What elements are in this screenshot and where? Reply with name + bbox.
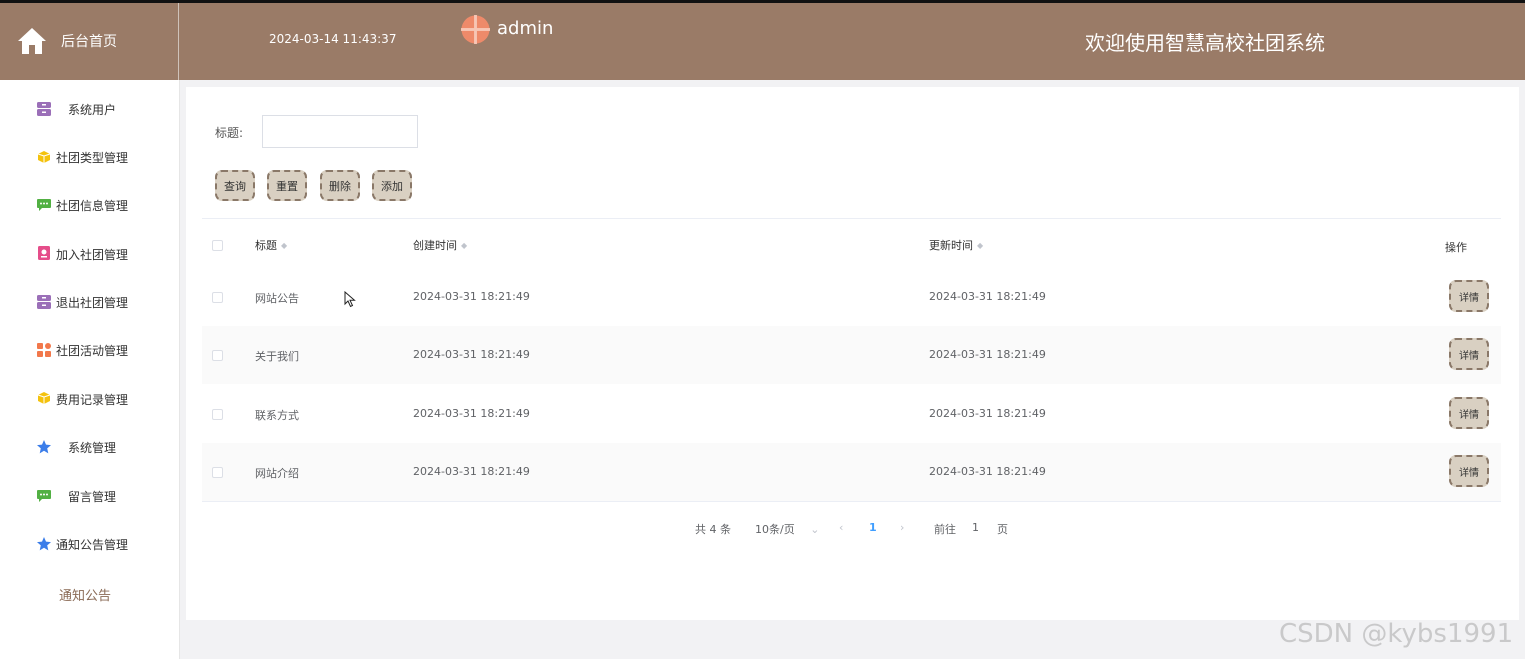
- sidebar-item-label: 系统用户: [68, 103, 117, 117]
- sidebar-item-label: 系统管理: [68, 441, 117, 455]
- sidebar-item-club-activity[interactable]: 社团活动管理: [0, 336, 179, 366]
- detail-button[interactable]: 详情: [1449, 455, 1489, 487]
- column-header-title[interactable]: 标题 ◆: [255, 237, 287, 253]
- top-header: 后台首页 2024-03-14 11:43:37 admin 欢迎使用智慧高校社…: [0, 3, 1525, 80]
- sidebar-item-label: 社团类型管理: [56, 151, 129, 165]
- sidebar-item-club-types[interactable]: 社团类型管理: [0, 143, 179, 173]
- title-search-label: 标题:: [215, 126, 244, 140]
- column-header-updated[interactable]: 更新时间 ◆: [929, 237, 983, 253]
- home-icon: [18, 28, 46, 54]
- cell-updated: 2024-03-31 18:21:49: [929, 348, 1046, 361]
- title-search-input[interactable]: [262, 115, 418, 148]
- table-row: 联系方式 2024-03-31 18:21:49 2024-03-31 18:2…: [202, 385, 1501, 443]
- apps-icon: [37, 343, 51, 357]
- archive-icon: [37, 102, 51, 116]
- page-number-current[interactable]: 1: [869, 521, 877, 534]
- brand-label: 后台首页: [61, 34, 117, 50]
- mouse-cursor-icon: [344, 291, 356, 308]
- row-checkbox[interactable]: [212, 467, 223, 478]
- chevron-down-icon: ⌄: [810, 523, 820, 536]
- sidebar-item-label: 留言管理: [68, 490, 117, 504]
- add-button[interactable]: 添加: [372, 170, 412, 201]
- table-divider: [202, 501, 1501, 502]
- sort-icon[interactable]: ◆: [281, 241, 287, 250]
- column-header-label: 更新时间: [929, 239, 973, 252]
- welcome-title: 欢迎使用智慧高校社团系统: [1085, 31, 1325, 55]
- cell-created: 2024-03-31 18:21:49: [413, 465, 530, 478]
- goto-suffix: 页: [997, 523, 1008, 536]
- sidebar-item-join-club[interactable]: 加入社团管理: [0, 240, 179, 270]
- prev-page-icon[interactable]: ‹: [839, 521, 843, 534]
- column-header-action: 操作: [1445, 241, 1467, 254]
- chat-icon: [37, 199, 51, 211]
- cell-title: 网站公告: [255, 292, 299, 305]
- detail-button[interactable]: 详情: [1449, 338, 1489, 370]
- star-icon: [37, 537, 51, 551]
- cube-icon: [38, 392, 50, 404]
- sidebar-item-label: 社团活动管理: [56, 344, 129, 358]
- sidebar-item-system-users[interactable]: 系统用户: [0, 95, 179, 125]
- brand-home-link[interactable]: 后台首页: [0, 3, 179, 80]
- sidebar-item-club-info[interactable]: 社团信息管理: [0, 191, 179, 221]
- cube-icon: [38, 151, 50, 163]
- sidebar-item-fee-records[interactable]: 费用记录管理: [0, 385, 179, 415]
- sidebar-item-label: 社团信息管理: [56, 199, 129, 213]
- cell-title: 网站介绍: [255, 467, 299, 480]
- cell-created: 2024-03-31 18:21:49: [413, 348, 530, 361]
- goto-page-input[interactable]: 1: [972, 521, 979, 534]
- pagination-total: 共 4 条: [695, 523, 731, 536]
- sidebar-item-label: 通知公告: [59, 589, 112, 604]
- goto-prefix: 前往: [934, 523, 956, 536]
- delete-button[interactable]: 删除: [320, 170, 360, 201]
- column-header-created[interactable]: 创建时间 ◆: [413, 237, 467, 253]
- cell-created: 2024-03-31 18:21:49: [413, 290, 530, 303]
- cell-updated: 2024-03-31 18:21:49: [929, 290, 1046, 303]
- cell-title: 联系方式: [255, 409, 299, 422]
- avatar-icon[interactable]: [461, 15, 490, 44]
- next-page-icon[interactable]: ›: [900, 521, 904, 534]
- detail-button[interactable]: 详情: [1449, 280, 1489, 312]
- sidebar: 系统用户 社团类型管理 社团信息管理 加入社团管理 退出社团管理 社团活动管理: [0, 80, 180, 659]
- sidebar-item-label: 加入社团管理: [56, 248, 129, 262]
- cell-updated: 2024-03-31 18:21:49: [929, 407, 1046, 420]
- page-size-value: 10条/页: [755, 523, 795, 536]
- table-row: 网站介绍 2024-03-31 18:21:49 2024-03-31 18:2…: [202, 443, 1501, 501]
- star-icon: [37, 440, 51, 454]
- sidebar-item-label: 通知公告管理: [56, 538, 129, 552]
- query-button[interactable]: 查询: [215, 170, 255, 201]
- sidebar-item-label: 退出社团管理: [56, 296, 129, 310]
- sidebar-subitem-notice[interactable]: 通知公告: [0, 579, 179, 609]
- cell-created: 2024-03-31 18:21:49: [413, 407, 530, 420]
- sidebar-item-label: 费用记录管理: [56, 393, 129, 407]
- current-datetime: 2024-03-14 11:43:37: [269, 32, 397, 46]
- watermark: CSDN @kybs1991: [1279, 619, 1514, 649]
- cell-updated: 2024-03-31 18:21:49: [929, 465, 1046, 478]
- column-header-label: 标题: [255, 239, 277, 252]
- sort-icon[interactable]: ◆: [977, 241, 983, 250]
- sidebar-item-system-admin[interactable]: 系统管理: [0, 433, 179, 463]
- row-checkbox[interactable]: [212, 409, 223, 420]
- cell-title: 关于我们: [255, 350, 299, 363]
- detail-button[interactable]: 详情: [1449, 397, 1489, 429]
- table-row: 网站公告 2024-03-31 18:21:49 2024-03-31 18:2…: [202, 268, 1501, 326]
- sidebar-item-messages[interactable]: 留言管理: [0, 482, 179, 512]
- column-header-label: 创建时间: [413, 239, 457, 252]
- archive-icon: [37, 295, 51, 309]
- sort-icon[interactable]: ◆: [461, 241, 467, 250]
- page-size-select[interactable]: 10条/页 ⌄: [755, 521, 819, 537]
- table-header: 标题 ◆ 创建时间 ◆ 更新时间 ◆ 操作: [202, 218, 1501, 268]
- table-row: 关于我们 2024-03-31 18:21:49 2024-03-31 18:2…: [202, 326, 1501, 384]
- sidebar-item-notice-admin[interactable]: 通知公告管理: [0, 530, 179, 560]
- row-checkbox[interactable]: [212, 292, 223, 303]
- row-checkbox[interactable]: [212, 350, 223, 361]
- badge-icon: [38, 246, 50, 260]
- chat-icon: [37, 490, 51, 502]
- username[interactable]: admin: [497, 18, 553, 39]
- sidebar-item-quit-club[interactable]: 退出社团管理: [0, 288, 179, 318]
- select-all-checkbox[interactable]: [212, 240, 223, 251]
- reset-button[interactable]: 重置: [267, 170, 307, 201]
